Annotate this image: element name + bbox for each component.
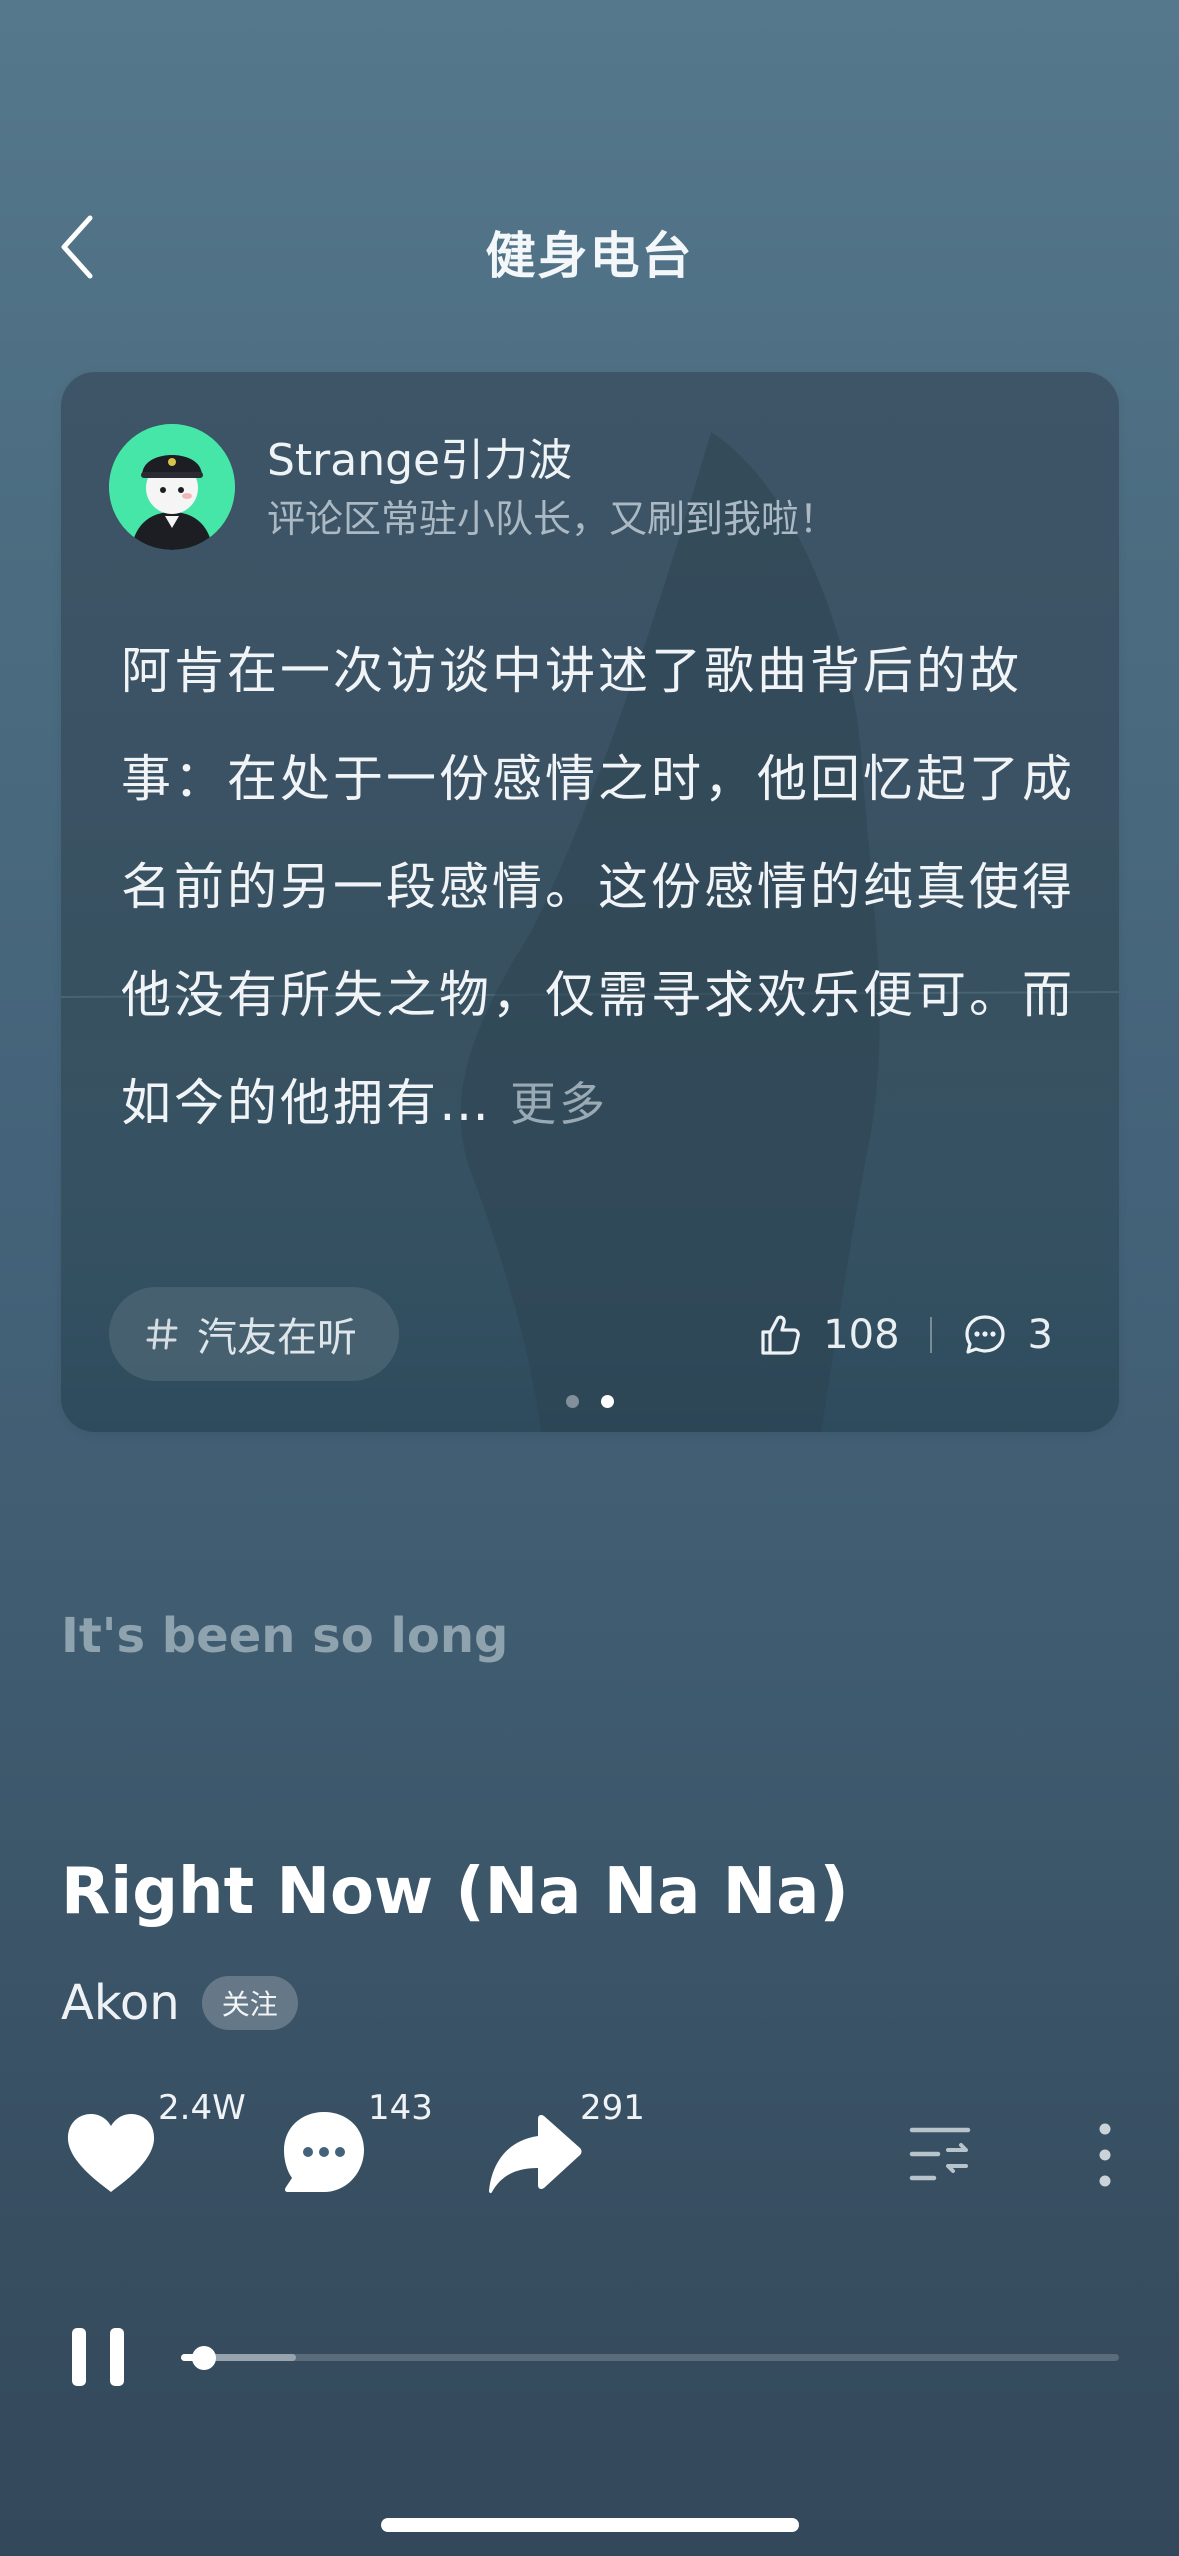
page-title: 健身电台	[485, 227, 694, 285]
song-comment-count: 143	[368, 2088, 433, 2128]
comment-stats: 108 3	[757, 1302, 1053, 1368]
page-dot-active[interactable]	[601, 1395, 614, 1408]
follow-button[interactable]: 关注	[201, 1976, 298, 2030]
song-title[interactable]: Right Now (Na Na Na)	[61, 1855, 849, 1929]
artist-row: Akon 关注	[61, 1968, 298, 2038]
progress-bar[interactable]	[181, 2346, 1119, 2370]
comment-like-button[interactable]: 108	[757, 1312, 900, 1358]
song-share-count: 291	[580, 2088, 645, 2128]
more-link[interactable]: 更多	[510, 1077, 608, 1131]
playlist-icon	[909, 2127, 971, 2181]
home-indicator[interactable]	[381, 2518, 799, 2532]
comment-user-signature: 评论区常驻小队长，又刷到我啦！	[267, 497, 838, 541]
avatar[interactable]	[109, 424, 235, 550]
pause-button[interactable]	[70, 2326, 126, 2388]
pause-icon	[72, 2328, 124, 2386]
progress-knob[interactable]	[192, 2346, 217, 2370]
more-options-button[interactable]	[1092, 2122, 1118, 2188]
more-vertical-icon	[1099, 2123, 1111, 2187]
comment-username[interactable]: Strange引力波	[267, 424, 572, 488]
hashtag-icon	[146, 1318, 178, 1350]
topic-tag-label: 汽友在听	[197, 1315, 357, 1361]
current-lyric[interactable]: It's been so long	[61, 1608, 508, 1664]
comment-bubble-icon	[284, 2112, 364, 2192]
avatar-cartoon-icon	[109, 424, 235, 550]
page-dot[interactable]	[566, 1395, 579, 1408]
heart-icon	[67, 2114, 155, 2192]
share-arrow-icon	[489, 2115, 582, 2194]
top-bar: 健身电台	[0, 180, 1179, 310]
topic-tag[interactable]: 汽友在听	[109, 1287, 399, 1381]
song-like-count: 2.4W	[158, 2088, 246, 2128]
thumbs-up-icon	[761, 1315, 801, 1355]
share-button[interactable]	[488, 2110, 584, 2196]
song-comments-button[interactable]	[280, 2108, 368, 2196]
playlist-button[interactable]	[908, 2124, 972, 2184]
reply-count: 3	[1027, 1312, 1053, 1358]
like-count: 108	[823, 1312, 900, 1358]
stats-divider	[929, 1317, 932, 1353]
like-song-button[interactable]	[64, 2110, 158, 2196]
comment-reply-button[interactable]: 3	[962, 1312, 1053, 1358]
comment-card[interactable]: Strange引力波 评论区常驻小队长，又刷到我啦！ 阿肯在一次访谈中讲述了歌曲…	[61, 372, 1119, 1432]
chat-bubble-icon	[964, 1315, 1005, 1354]
comment-text: 阿肯在一次访谈中讲述了歌曲背后的故事：在处于一份感情之时，他回忆起了成名前的另一…	[121, 642, 1075, 1132]
comment-body[interactable]: 阿肯在一次访谈中讲述了歌曲背后的故事：在处于一份感情之时，他回忆起了成名前的另一…	[121, 617, 1081, 1158]
artist-name[interactable]: Akon	[61, 1975, 180, 2031]
card-page-indicator	[61, 1395, 1119, 1408]
